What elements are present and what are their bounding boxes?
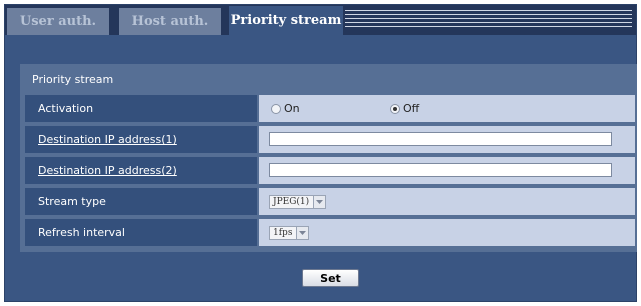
dest-ip-1-input[interactable] <box>269 132 612 146</box>
panel-title: Priority stream <box>32 73 114 86</box>
stream-type-value: JPEG(1) <box>259 188 635 215</box>
tab-host-auth-label: Host auth. <box>131 14 209 29</box>
chevron-down-icon[interactable] <box>313 196 326 208</box>
dest-ip-2-label[interactable]: Destination IP address(2) <box>25 157 257 184</box>
refresh-interval-selected: 1fps <box>273 228 293 238</box>
set-button[interactable]: Set <box>302 269 359 287</box>
dest-ip-2-value <box>259 157 635 184</box>
dest-ip-2-row: Destination IP address(2) <box>25 157 635 184</box>
refresh-interval-value: 1fps <box>259 219 635 246</box>
refresh-interval-row: Refresh interval 1fps <box>25 219 635 246</box>
activation-row: Activation On Off <box>25 95 635 122</box>
activation-off-label: Off <box>403 102 420 115</box>
activation-off-option[interactable]: Off <box>390 102 419 115</box>
stream-type-row: Stream type JPEG(1) <box>25 188 635 215</box>
tab-host-auth[interactable]: Host auth. <box>119 8 223 35</box>
tab-bar: User auth. Host auth. Priority stream <box>5 5 636 35</box>
tab-priority-stream[interactable]: Priority stream <box>229 6 343 35</box>
tab-user-auth[interactable]: User auth. <box>7 8 111 35</box>
stream-type-select[interactable]: JPEG(1) <box>269 195 327 209</box>
activation-on-label: On <box>284 102 300 115</box>
dest-ip-1-label[interactable]: Destination IP address(1) <box>25 126 257 153</box>
tab-bar-decoration <box>345 10 632 30</box>
activation-label: Activation <box>25 95 257 122</box>
activation-on-radio[interactable] <box>271 103 281 114</box>
dest-ip-2-input[interactable] <box>269 163 612 177</box>
refresh-interval-select[interactable]: 1fps <box>269 226 310 240</box>
activation-off-radio[interactable] <box>390 103 400 114</box>
stream-type-label: Stream type <box>25 188 257 215</box>
activation-on-option[interactable]: On <box>271 102 300 115</box>
dest-ip-1-value <box>259 126 635 153</box>
tab-user-auth-label: User auth. <box>19 14 97 29</box>
stream-type-selected: JPEG(1) <box>273 197 310 207</box>
activation-value: On Off <box>259 95 635 122</box>
refresh-interval-label: Refresh interval <box>25 219 257 246</box>
tab-priority-stream-label: Priority stream <box>230 13 342 28</box>
dest-ip-1-row: Destination IP address(1) <box>25 126 635 153</box>
chevron-down-icon[interactable] <box>296 227 309 239</box>
settings-window: User auth. Host auth. Priority stream Pr… <box>4 4 637 302</box>
priority-stream-panel: Priority stream Activation On Off Destin… <box>20 64 637 252</box>
